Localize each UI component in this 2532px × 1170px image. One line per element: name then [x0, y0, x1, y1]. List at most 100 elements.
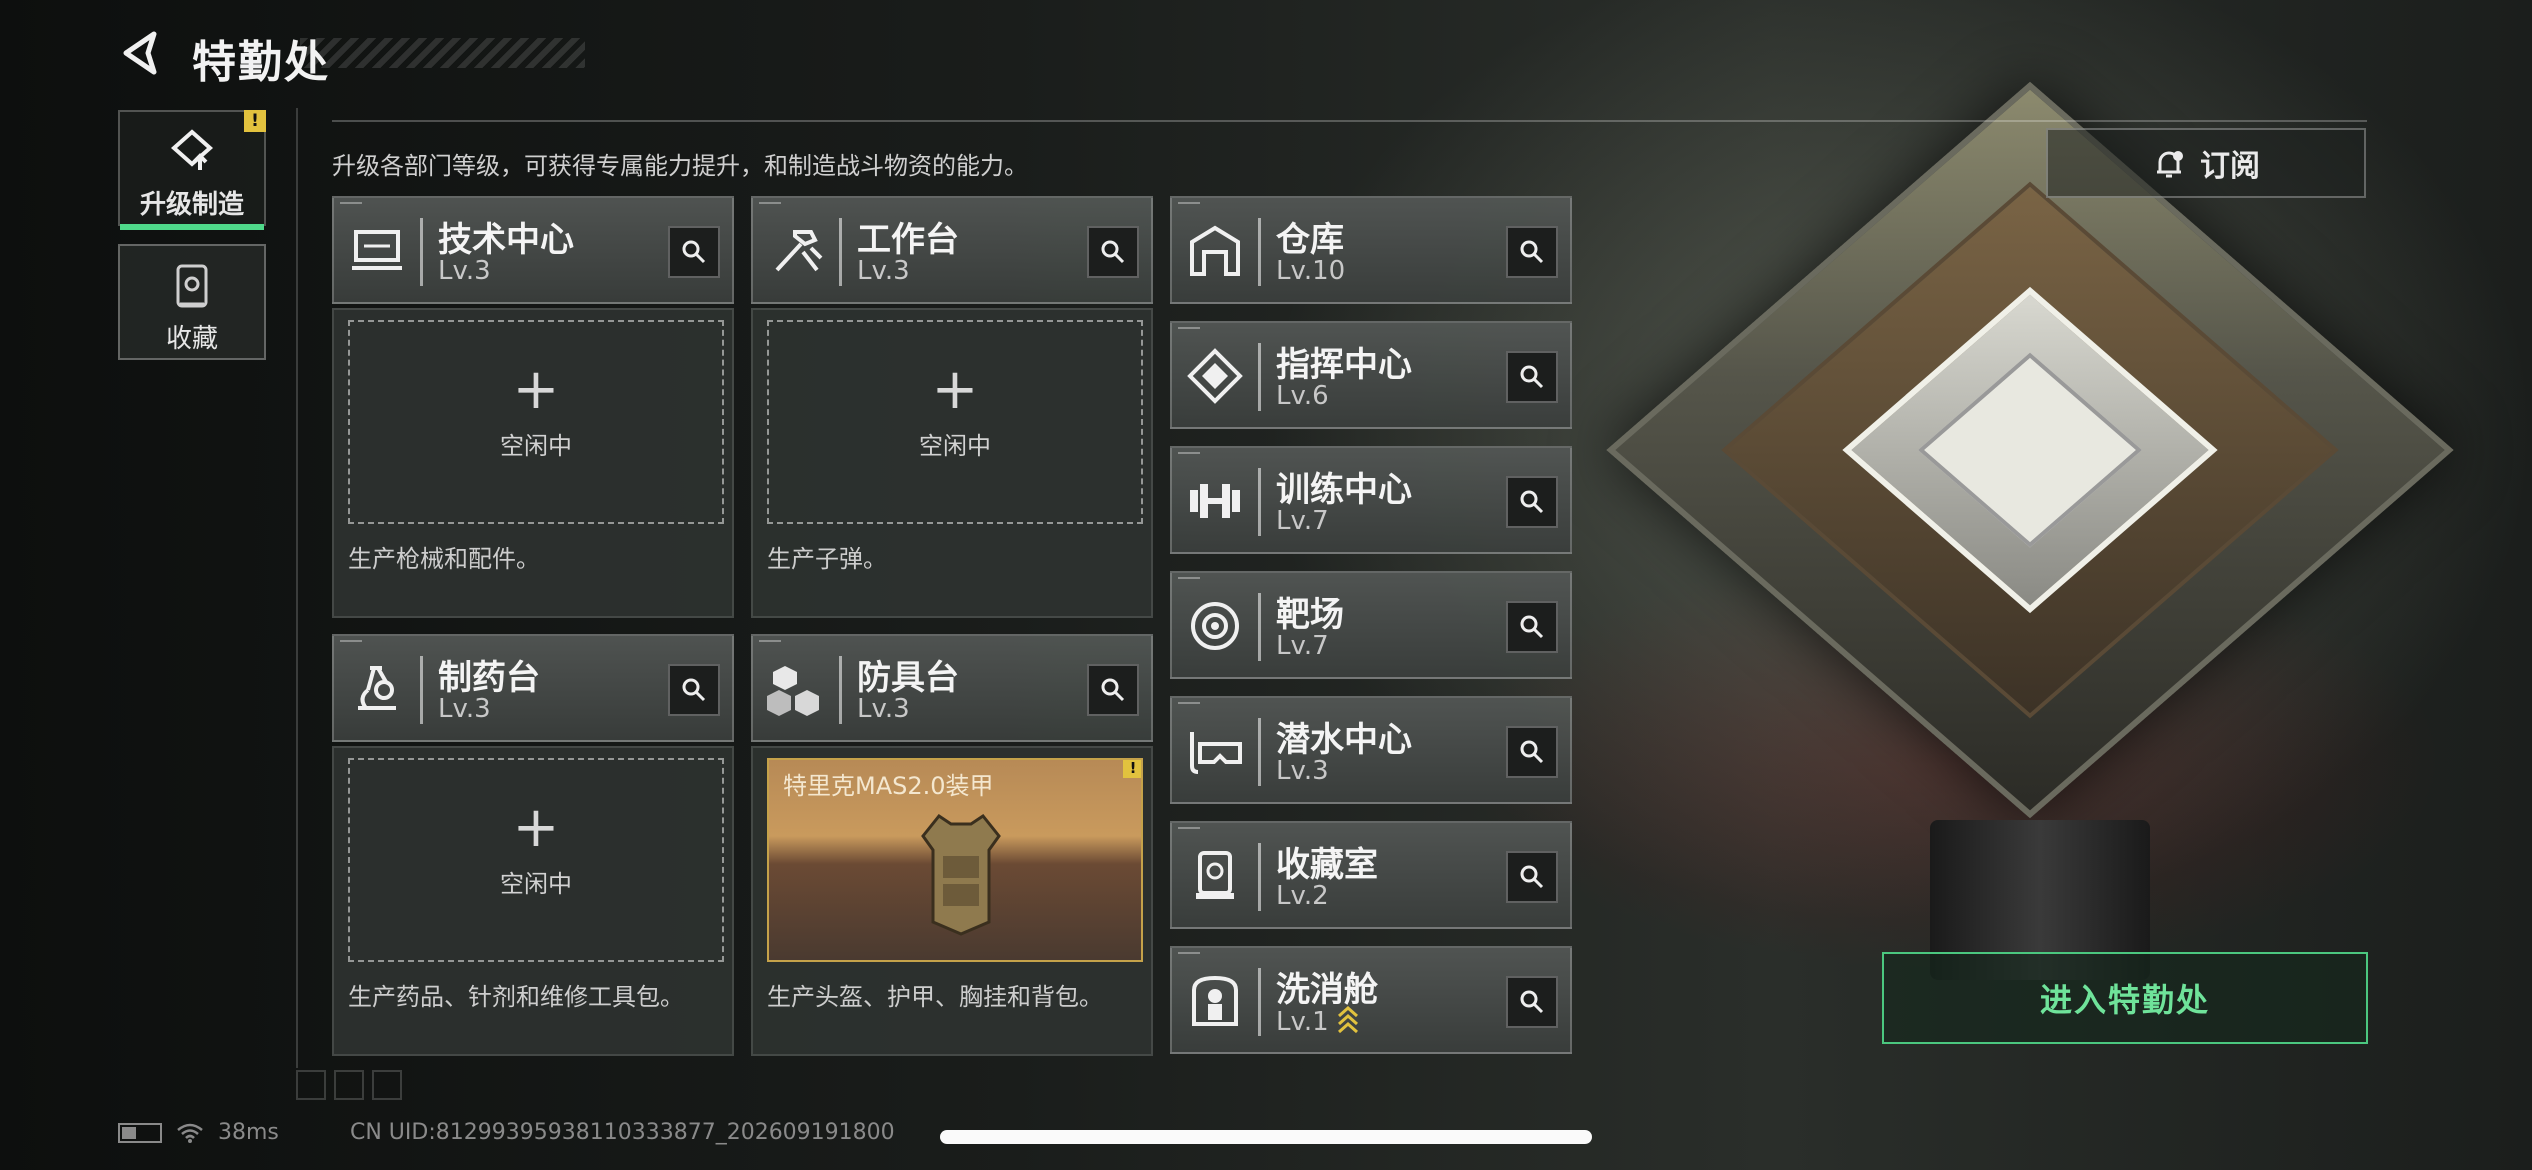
- facility-card-diving-center[interactable]: 潜水中心 Lv.3: [1170, 696, 1572, 804]
- dumbbell-icon: [1190, 484, 1240, 518]
- facility-level: Lv.3: [1276, 756, 1329, 786]
- facility-name: 收藏室: [1276, 845, 1378, 885]
- subscribe-label: 订阅: [2200, 149, 2260, 184]
- dept-level: Lv.3: [857, 694, 910, 724]
- active-indicator: [120, 224, 264, 230]
- facility-card-warehouse[interactable]: 仓库 Lv.10: [1170, 196, 1572, 304]
- tech-center-icon: [352, 230, 402, 270]
- collection-room-icon: [1196, 851, 1234, 899]
- production-panel-workbench: + 空闲中 生产子弹。: [751, 308, 1153, 618]
- search-icon: [1520, 490, 1544, 514]
- production-panel-armor-bench: ! 特里克MAS2.0装甲 生产头盔、护甲、胸挂和背包。: [751, 746, 1153, 1056]
- inspect-button[interactable]: [668, 226, 720, 278]
- subscribe-button[interactable]: 订阅: [2046, 128, 2366, 198]
- facility-name: 训练中心: [1276, 470, 1412, 510]
- dept-name: 技术中心: [438, 220, 574, 260]
- inspect-button[interactable]: [1506, 601, 1558, 653]
- production-desc: 生产子弹。: [767, 545, 887, 573]
- wifi-icon: [177, 1123, 203, 1143]
- add-icon: +: [931, 357, 979, 422]
- facility-name: 潜水中心: [1276, 720, 1412, 760]
- user-uid: CN UID:81299395938110333877_202609191800: [350, 1120, 895, 1145]
- collection-icon: [176, 264, 208, 308]
- facility-card-decon-chamber[interactable]: 洗消舱 Lv.1: [1170, 946, 1572, 1054]
- search-icon: [1520, 615, 1544, 639]
- ping-value: 38ms: [218, 1120, 279, 1145]
- slot-status: 空闲中: [500, 432, 572, 460]
- inspect-button[interactable]: [1506, 976, 1558, 1028]
- production-desc: 生产头盔、护甲、胸挂和背包。: [767, 983, 1103, 1011]
- facility-level: Lv.6: [1276, 381, 1329, 411]
- search-icon: [1101, 678, 1125, 702]
- item-name: 特里克MAS2.0装甲: [783, 772, 994, 800]
- facility-name: 指挥中心: [1276, 345, 1412, 385]
- decorative-icons: [296, 1070, 402, 1100]
- command-center-icon: [1187, 348, 1243, 404]
- production-desc: 生产药品、针剂和维修工具包。: [348, 983, 684, 1011]
- search-icon: [1520, 865, 1544, 889]
- facility-card-command-center[interactable]: 指挥中心 Lv.6: [1170, 321, 1572, 429]
- inspect-button[interactable]: [1087, 664, 1139, 716]
- production-slot[interactable]: + 空闲中: [348, 320, 724, 524]
- target-icon: [1191, 602, 1239, 650]
- inspect-button[interactable]: [1506, 851, 1558, 903]
- dept-name: 制药台: [438, 658, 540, 698]
- facility-level: Lv.7: [1276, 631, 1329, 661]
- production-item-slot[interactable]: ! 特里克MAS2.0装甲: [767, 758, 1143, 962]
- enter-special-ops-button[interactable]: 进入特勤处: [1882, 952, 2368, 1044]
- facility-card-training-center[interactable]: 训练中心 Lv.7: [1170, 446, 1572, 554]
- production-panel-pharmacy: + 空闲中 生产药品、针剂和维修工具包。: [332, 746, 734, 1056]
- decon-chamber-icon: [1192, 975, 1238, 1026]
- dept-level: Lv.3: [438, 694, 491, 724]
- facility-level: Lv.7: [1276, 506, 1329, 536]
- workbench-icon: [775, 230, 823, 272]
- add-icon: +: [512, 795, 560, 860]
- inspect-button[interactable]: [1506, 476, 1558, 528]
- divider: [296, 108, 298, 1068]
- tab-label: 升级制造: [139, 190, 244, 220]
- dept-level: Lv.3: [438, 256, 491, 286]
- facility-name: 仓库: [1276, 220, 1344, 260]
- dept-card-armor-bench[interactable]: 防具台 Lv.3: [751, 634, 1153, 742]
- facility-level: Lv.2: [1276, 881, 1329, 911]
- add-icon: +: [512, 357, 560, 422]
- search-icon: [682, 240, 706, 264]
- search-icon: [1520, 740, 1544, 764]
- inspect-button[interactable]: [1506, 226, 1558, 278]
- slot-status: 空闲中: [919, 432, 991, 460]
- title-stripe: [300, 38, 585, 68]
- warehouse-icon: [1190, 225, 1240, 276]
- back-button[interactable]: [118, 30, 164, 76]
- production-slot[interactable]: + 空闲中: [767, 320, 1143, 524]
- dept-card-pharmacy[interactable]: 制药台 Lv.3: [332, 634, 734, 742]
- dept-card-workbench[interactable]: 工作台 Lv.3: [751, 196, 1153, 304]
- alert-badge: !: [1123, 760, 1141, 778]
- armor-bench-icon: [767, 666, 819, 716]
- facility-name: 洗消舱: [1276, 970, 1378, 1010]
- search-icon: [1520, 990, 1544, 1014]
- facility-level: Lv.10: [1276, 256, 1346, 286]
- production-desc: 生产枪械和配件。: [348, 545, 540, 573]
- inspect-button[interactable]: [668, 664, 720, 716]
- inspect-button[interactable]: [1506, 351, 1558, 403]
- dept-level: Lv.3: [857, 256, 910, 286]
- production-slot[interactable]: + 空闲中: [348, 758, 724, 962]
- pharmacy-icon: [358, 666, 396, 710]
- slot-status: 空闲中: [500, 870, 572, 898]
- facility-card-shooting-range[interactable]: 靶场 Lv.7: [1170, 571, 1572, 679]
- upgrade-available-icon: [1337, 1006, 1358, 1034]
- dept-card-tech-center[interactable]: 技术中心 Lv.3: [332, 196, 734, 304]
- back-arrow-icon: [123, 31, 157, 75]
- tab-upgrade-manufacture[interactable]: ! 升级制造: [118, 110, 266, 230]
- facility-card-collection-room[interactable]: 收藏室 Lv.2: [1170, 821, 1572, 929]
- tab-collection[interactable]: 收藏: [118, 244, 266, 360]
- enter-label: 进入特勤处: [2039, 981, 2210, 1019]
- search-icon: [1520, 365, 1544, 389]
- status-bar: 38ms: [118, 1120, 279, 1145]
- home-indicator[interactable]: [940, 1130, 1592, 1144]
- inspect-button[interactable]: [1506, 726, 1558, 778]
- dept-name: 防具台: [857, 658, 959, 698]
- level-text: Lv.1: [1276, 1007, 1329, 1037]
- tab-label: 收藏: [165, 324, 218, 354]
- inspect-button[interactable]: [1087, 226, 1139, 278]
